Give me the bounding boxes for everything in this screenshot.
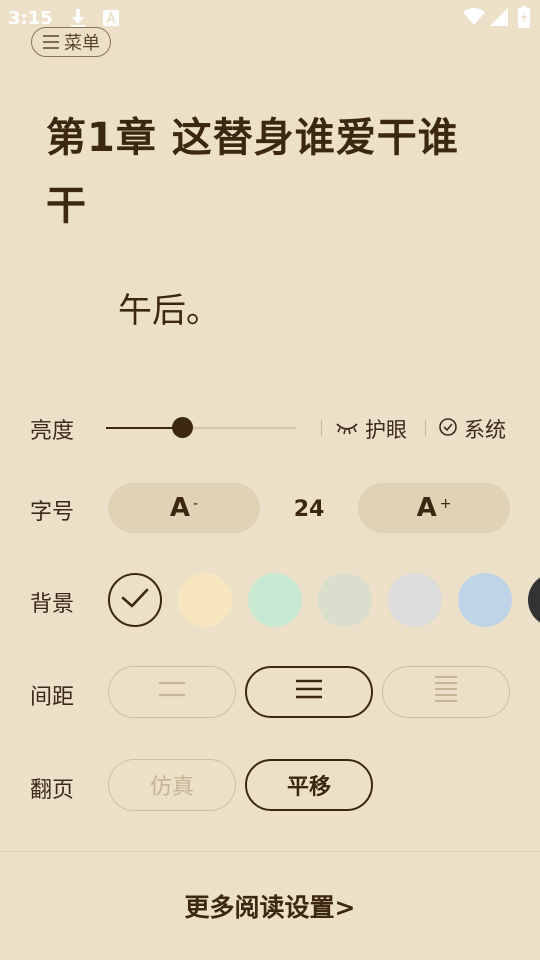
- system-brightness-toggle[interactable]: 系统: [438, 414, 506, 444]
- brightness-slider[interactable]: [106, 417, 296, 438]
- background-swatch-grey[interactable]: [388, 573, 442, 627]
- page-turn-slide-button[interactable]: 平移: [245, 759, 373, 811]
- eye-closed-icon: [335, 417, 359, 441]
- brightness-slider-fill: [106, 427, 182, 429]
- background-swatch-mint[interactable]: [248, 573, 302, 627]
- chapter-body-text: 午后。: [118, 291, 220, 331]
- checkmark-icon: [120, 587, 150, 613]
- font-size-label: 字号: [30, 500, 75, 525]
- menu-button[interactable]: 菜单: [31, 27, 111, 57]
- background-swatch-blue[interactable]: [458, 573, 512, 627]
- reading-settings-panel: [0, 358, 540, 960]
- page-turn-simulation-button[interactable]: 仿真: [108, 759, 236, 811]
- spacing-medium-button[interactable]: [245, 666, 373, 718]
- signal-icon: [490, 8, 508, 30]
- page-turn-simulation-label: 仿真: [149, 775, 194, 800]
- check-circle-icon: [438, 417, 458, 442]
- spacing-wide-button[interactable]: [108, 666, 236, 718]
- chapter-title: 第1章 这替身谁爱干谁干: [46, 115, 459, 229]
- more-reading-settings-link[interactable]: 更多阅读设置>: [0, 888, 540, 924]
- font-size-value: 24: [293, 497, 325, 522]
- font-decrease-button[interactable]: A-: [108, 483, 260, 533]
- spacing-label: 间距: [30, 685, 75, 710]
- divider: [425, 420, 426, 436]
- system-brightness-label: 系统: [464, 418, 506, 442]
- spacing-medium-icon: [294, 679, 324, 705]
- wifi-icon: [463, 8, 485, 30]
- background-swatch-parchment[interactable]: [108, 573, 162, 627]
- spacing-narrow-button[interactable]: [382, 666, 510, 718]
- app-notification-icon: [103, 10, 119, 30]
- eye-protect-label: 护眼: [365, 418, 407, 442]
- menu-label: 菜单: [64, 33, 100, 54]
- divider: [321, 420, 322, 436]
- font-increase-sign: +: [439, 496, 452, 512]
- background-swatch-cream[interactable]: [178, 573, 232, 627]
- background-swatch-sage[interactable]: [318, 573, 372, 627]
- menu-icon: [42, 35, 60, 49]
- brightness-label: 亮度: [30, 419, 75, 444]
- battery-charging-icon: [518, 6, 530, 32]
- page-turn-slide-label: 平移: [286, 775, 331, 800]
- status-time: 3:15: [8, 8, 53, 29]
- divider: [0, 851, 540, 852]
- background-label: 背景: [30, 592, 75, 617]
- page-turn-label: 翻页: [30, 778, 75, 803]
- brightness-slider-thumb[interactable]: [172, 417, 193, 438]
- font-increase-label: A: [416, 493, 437, 523]
- font-increase-button[interactable]: A +: [358, 483, 510, 533]
- font-decrease-sign: -: [193, 496, 199, 512]
- font-decrease-label: A: [169, 493, 191, 523]
- eye-protect-toggle[interactable]: 护眼: [335, 414, 407, 444]
- reader-screen: 3:15 菜单 第1章 这替身谁爱干谁干 午后。 亮度 护眼 系统 字号 A -…: [0, 0, 540, 960]
- spacing-narrow-icon: [433, 675, 459, 709]
- spacing-wide-icon: [157, 679, 187, 705]
